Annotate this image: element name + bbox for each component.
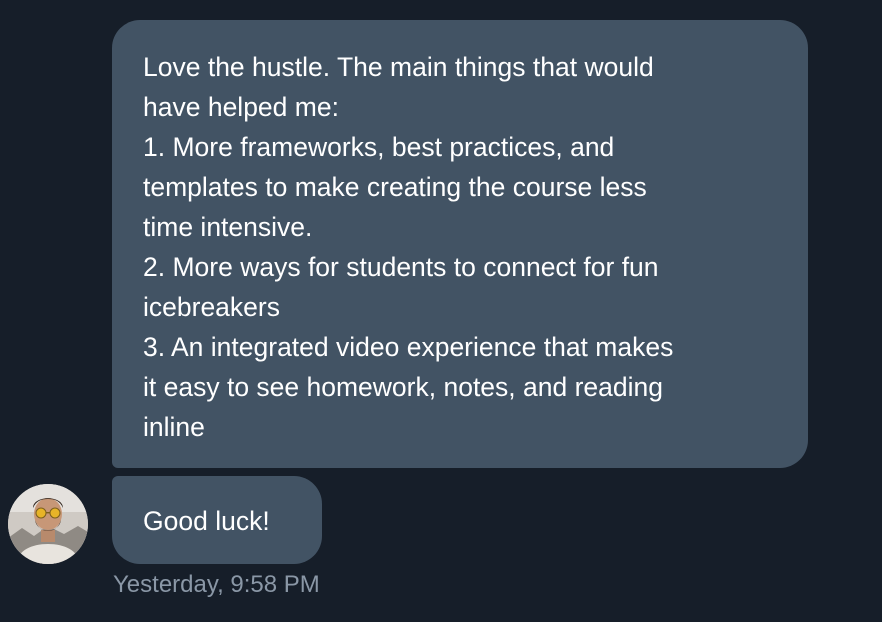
message-line: time intensive. [143, 212, 313, 242]
message-line: templates to make creating the course le… [143, 172, 647, 202]
message-line: it easy to see homework, notes, and read… [143, 372, 663, 402]
message-text: Good luck! [143, 506, 270, 536]
message-line: 1. More frameworks, best practices, and [143, 132, 615, 162]
message-bubble[interactable]: Good luck! [112, 476, 322, 564]
message-line: icebreakers [143, 292, 280, 322]
message-line: Love the hustle. The main things that wo… [143, 52, 654, 82]
avatar[interactable] [8, 484, 88, 564]
message-timestamp: Yesterday, 9:58 PM [113, 571, 320, 598]
message-line: 3. An integrated video experience that m… [143, 332, 674, 362]
message-bubble[interactable]: Love the hustle. The main things that wo… [112, 20, 808, 468]
message-line: have helped me: [143, 92, 339, 122]
message-line: 2. More ways for students to connect for… [143, 252, 659, 282]
message-line: inline [143, 412, 205, 442]
user-avatar-photo-icon [8, 484, 88, 564]
